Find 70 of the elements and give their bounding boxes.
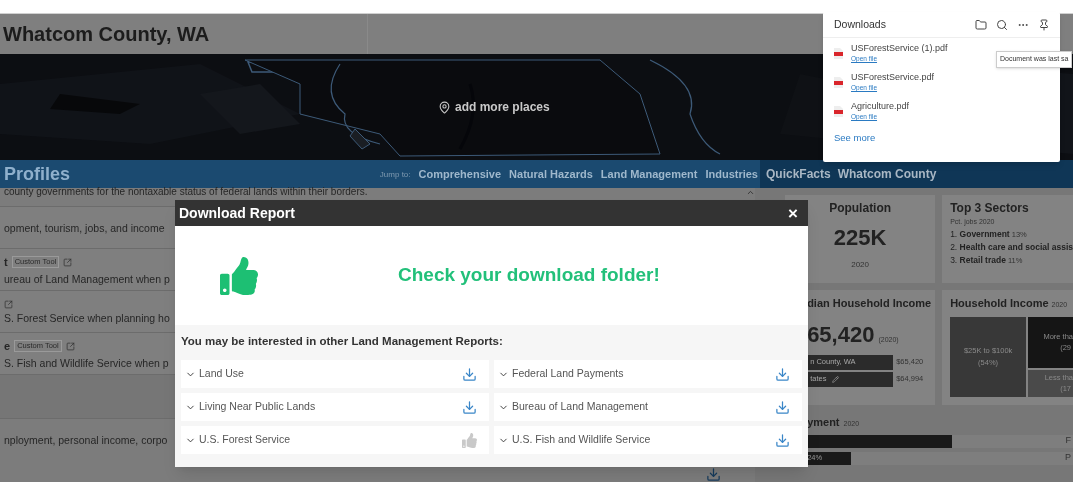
downloads-title: Downloads	[834, 16, 886, 32]
sectors-title: Top 3 Sectors	[950, 200, 1030, 217]
download-file-name: Agriculture.pdf	[851, 101, 910, 112]
pin-icon[interactable]	[1038, 18, 1050, 31]
report-name: U.S. Fish and Wildlife Service	[512, 432, 651, 448]
profile-description: nployment, personal income, corpo	[4, 433, 168, 449]
pdf-file-icon	[834, 47, 843, 59]
report-item[interactable]: Bureau of Land Management	[494, 393, 802, 422]
sector-item: 2. Health care and social assis	[950, 240, 1073, 254]
map-pin-icon	[438, 100, 451, 114]
close-button[interactable]: ×	[782, 204, 804, 222]
population-value: 225K	[833, 224, 887, 252]
pencil-icon[interactable]	[832, 375, 840, 383]
add-places-button[interactable]: add more places	[438, 98, 550, 116]
employment-label: F	[1065, 434, 1071, 448]
profile-description: opment, tourism, jobs, and income	[4, 221, 165, 234]
report-item[interactable]: U.S. Fish and Wildlife Service	[494, 426, 802, 455]
download-icon[interactable]	[775, 399, 790, 415]
report-item[interactable]: Federal Land Payments	[494, 360, 802, 389]
jump-link[interactable]: Land Management	[600, 165, 698, 183]
download-icon[interactable]	[775, 366, 790, 382]
thumbs-up-icon	[220, 256, 258, 295]
report-item[interactable]: U.S. Forest Service	[181, 426, 489, 455]
household-income-title: Household Income	[950, 296, 1049, 311]
pdf-file-icon	[834, 105, 843, 117]
thumbs-up-icon	[462, 432, 477, 448]
external-link-icon[interactable]	[4, 299, 13, 309]
population-title: Population	[829, 200, 892, 217]
profile-description: S. Fish and Wildlife Service when p	[4, 357, 169, 370]
external-link-icon[interactable]	[63, 257, 73, 267]
report-name: Living Near Public Lands	[199, 399, 316, 415]
intro-text: county governments for the nontaxable status of federal lands within their borders.	[4, 186, 368, 199]
population-year: 2020	[851, 259, 869, 271]
download-file-name: USForestService.pdf	[851, 72, 935, 83]
quickfacts-brand: QuickFacts	[766, 166, 831, 183]
jump-label: Jump to:	[379, 169, 411, 182]
employment-label: P	[1065, 451, 1071, 465]
report-name: Federal Land Payments	[512, 366, 624, 382]
jump-link[interactable]: Industries	[705, 165, 758, 183]
county-title: Whatcom County, WA	[3, 22, 210, 47]
dialog-title: Download Report	[179, 203, 295, 223]
related-title: You may be interested in other Land Management Reports:	[181, 334, 504, 349]
profile-title: e	[4, 338, 11, 354]
median-income-title: dian Household Income	[807, 296, 932, 311]
jump-link[interactable]: Natural Hazards	[509, 165, 593, 183]
folder-icon[interactable]	[975, 18, 987, 31]
success-message: Check your download folder!	[398, 263, 660, 288]
scroll-up-icon[interactable]	[746, 188, 756, 197]
search-icon[interactable]	[996, 18, 1008, 31]
profile-title: t	[4, 254, 8, 270]
download-icon[interactable]	[706, 467, 721, 482]
pdf-file-icon	[834, 76, 843, 88]
report-item[interactable]: Living Near Public Lands	[181, 393, 489, 422]
employment-title: yment	[807, 415, 840, 430]
report-name: U.S. Forest Service	[199, 432, 291, 448]
report-name: Land Use	[199, 366, 244, 382]
download-icon[interactable]	[462, 399, 477, 415]
report-name: Bureau of Land Management	[512, 399, 648, 415]
see-more-link[interactable]: See more	[823, 131, 1060, 146]
profile-description: S. Forest Service when planning ho	[4, 311, 170, 324]
jump-link[interactable]: Comprehensive	[418, 165, 502, 183]
profile-description: ureau of Land Management when p	[4, 273, 170, 286]
download-icon[interactable]	[462, 366, 477, 382]
report-item[interactable]: Land Use	[181, 360, 489, 389]
download-file-name: USForestService (1).pdf	[851, 43, 948, 54]
county-name: Whatcom County	[837, 166, 937, 183]
profiles-title: Profiles	[4, 162, 71, 186]
median-income-value: 65,420	[807, 320, 875, 349]
download-icon[interactable]	[775, 432, 790, 448]
external-link-icon[interactable]	[65, 341, 75, 351]
